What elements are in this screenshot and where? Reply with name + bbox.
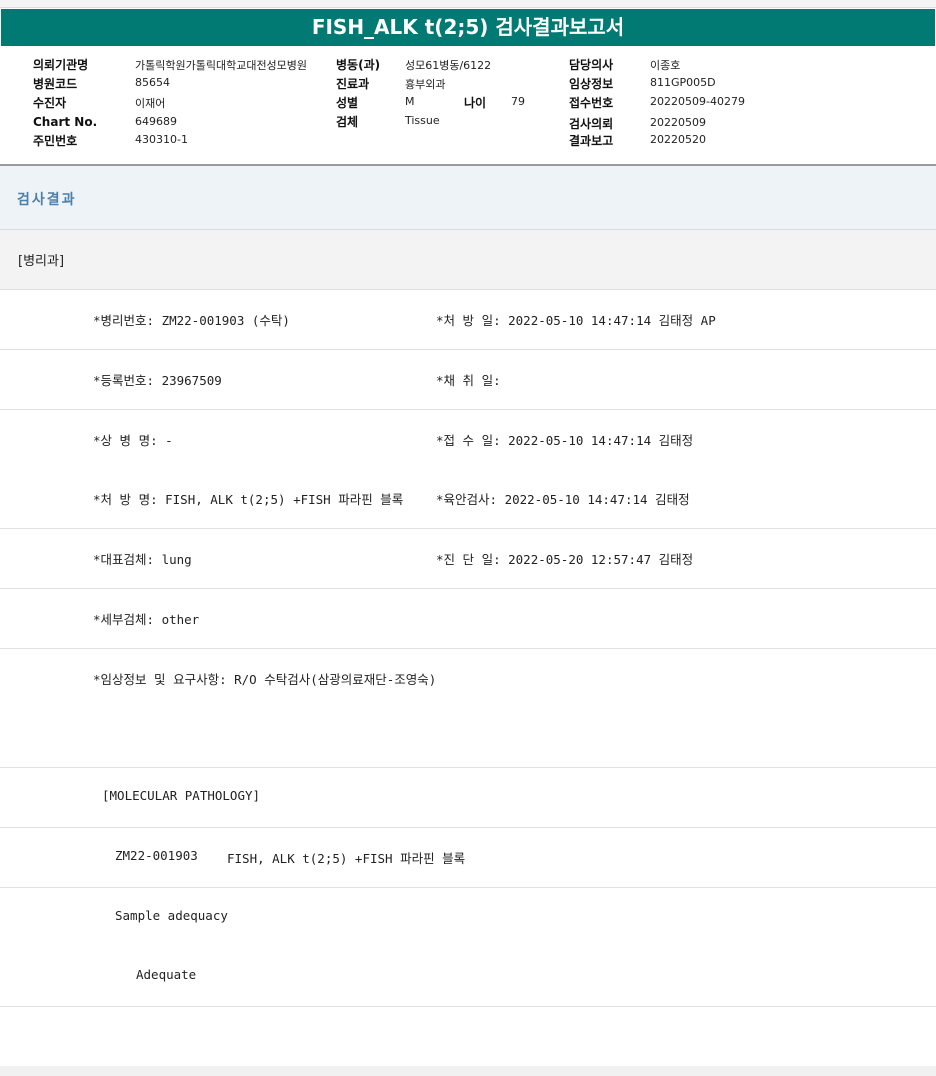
chart-no-label: Chart No.: [33, 115, 98, 129]
report-row: *임상정보 및 요구사항: R/O 수탁검사(삼광의료재단-조영숙): [0, 649, 936, 709]
registration-number: *등록번호: 23967509: [93, 373, 222, 388]
receipt-no-value: 20220509-40279: [650, 95, 745, 108]
result-section-header: 검사결과: [0, 166, 936, 230]
patient-label: 수진자: [33, 96, 67, 110]
report-row: *상 병 명: - *접 수 일: 2022-05-10 14:47:14 김태…: [0, 410, 936, 470]
report-row: *등록번호: 23967509 *채 취 일:: [0, 350, 936, 410]
department-tag: [병리과]: [18, 254, 65, 269]
order-name: *처 방 명: FISH, ALK t(2;5) +FISH 파라핀 블록: [93, 492, 404, 507]
bottom-border: [0, 1066, 936, 1076]
case-id: ZM22-001903: [115, 848, 198, 863]
sample-adequacy-value: Adequate: [136, 967, 197, 982]
hospital-code-label: 병원코드: [33, 77, 78, 91]
doctor-label: 담당의사: [569, 58, 614, 72]
chart-no-value: 649689: [135, 115, 177, 128]
patient-info-panel: 의뢰기관명 가톨릭학원가톨릭대학교대전성모병원 병동(과) 성모61병동/612…: [0, 48, 936, 164]
report-row: Sample adequacy: [0, 888, 936, 948]
report-row: [MOLECULAR PATHOLOGY]: [0, 768, 936, 828]
sex-label: 성별: [336, 96, 359, 110]
sex-value: M: [405, 95, 415, 108]
institution-value: 가톨릭학원가톨릭대학교대전성모병원: [135, 59, 308, 72]
dept-label: 진료과: [336, 77, 370, 91]
department-row: [병리과]: [0, 230, 936, 290]
age-label: 나이: [464, 96, 487, 110]
report-row: *처 방 명: FISH, ALK t(2;5) +FISH 파라핀 블록 *육…: [0, 469, 936, 529]
gross-exam-date: *육안검사: 2022-05-10 14:47:14 김태정: [436, 492, 690, 507]
molecular-pathology-heading: [MOLECULAR PATHOLOGY]: [102, 788, 261, 803]
report-date-value: 20220520: [650, 133, 706, 146]
report-row: *대표검체: lung *진 단 일: 2022-05-20 12:57:47 …: [0, 529, 936, 589]
institution-label: 의뢰기관명: [33, 58, 89, 72]
result-section-title: 검사결과: [17, 192, 77, 208]
clinical-info-label: 임상정보: [569, 77, 614, 91]
specimen-label: 검체: [336, 115, 359, 129]
report-row: ZM22-001903 FISH, ALK t(2;5) +FISH 파라핀 블…: [0, 828, 936, 888]
collection-date: *채 취 일:: [436, 373, 501, 388]
resident-no-value: 430310-1: [135, 133, 188, 146]
dept-value: 흉부외과: [405, 78, 446, 91]
receipt-no-label: 접수번호: [569, 96, 614, 110]
clinical-info-value: 811GP005D: [650, 76, 716, 89]
patient-value: 이재어: [135, 97, 166, 110]
age-value: 79: [511, 95, 525, 108]
diagnosis-date: *진 단 일: 2022-05-20 12:57:47 김태정: [436, 552, 694, 567]
resident-no-label: 주민번호: [33, 134, 78, 148]
hospital-code-value: 85654: [135, 76, 170, 89]
disease-name: *상 병 명: -: [93, 433, 173, 448]
ward-label: 병동(과): [336, 58, 381, 72]
receipt-date: *접 수 일: 2022-05-10 14:47:14 김태정: [436, 433, 694, 448]
report-row: Adequate: [0, 947, 936, 1007]
request-value: 20220509: [650, 116, 706, 129]
case-test-name: FISH, ALK t(2;5) +FISH 파라핀 블록: [227, 851, 466, 866]
empty-row: [0, 708, 936, 768]
report-row: *병리번호: ZM22-001903 (수탁) *처 방 일: 2022-05-…: [0, 290, 936, 350]
ward-value: 성모61병동/6122: [405, 59, 492, 72]
pathology-number: *병리번호: ZM22-001903 (수탁): [93, 313, 290, 328]
prescribe-date: *처 방 일: 2022-05-10 14:47:14 김태정 AP: [436, 313, 716, 328]
report-date-label: 결과보고: [569, 134, 614, 148]
report-row: *세부검체: other: [0, 589, 936, 649]
specimen-value: Tissue: [405, 114, 440, 127]
sample-adequacy-label: Sample adequacy: [115, 908, 228, 923]
doctor-value: 이종호: [650, 59, 681, 72]
clinical-request: *임상정보 및 요구사항: R/O 수탁검사(삼광의료재단-조영숙): [93, 672, 437, 687]
top-border: [0, 0, 936, 8]
report-title: FISH_ALK t(2;5) 검사결과보고서: [1, 9, 935, 46]
request-label: 검사의뢰: [569, 117, 614, 131]
sub-specimen: *세부검체: other: [93, 612, 200, 627]
main-specimen: *대표검체: lung: [93, 552, 192, 567]
